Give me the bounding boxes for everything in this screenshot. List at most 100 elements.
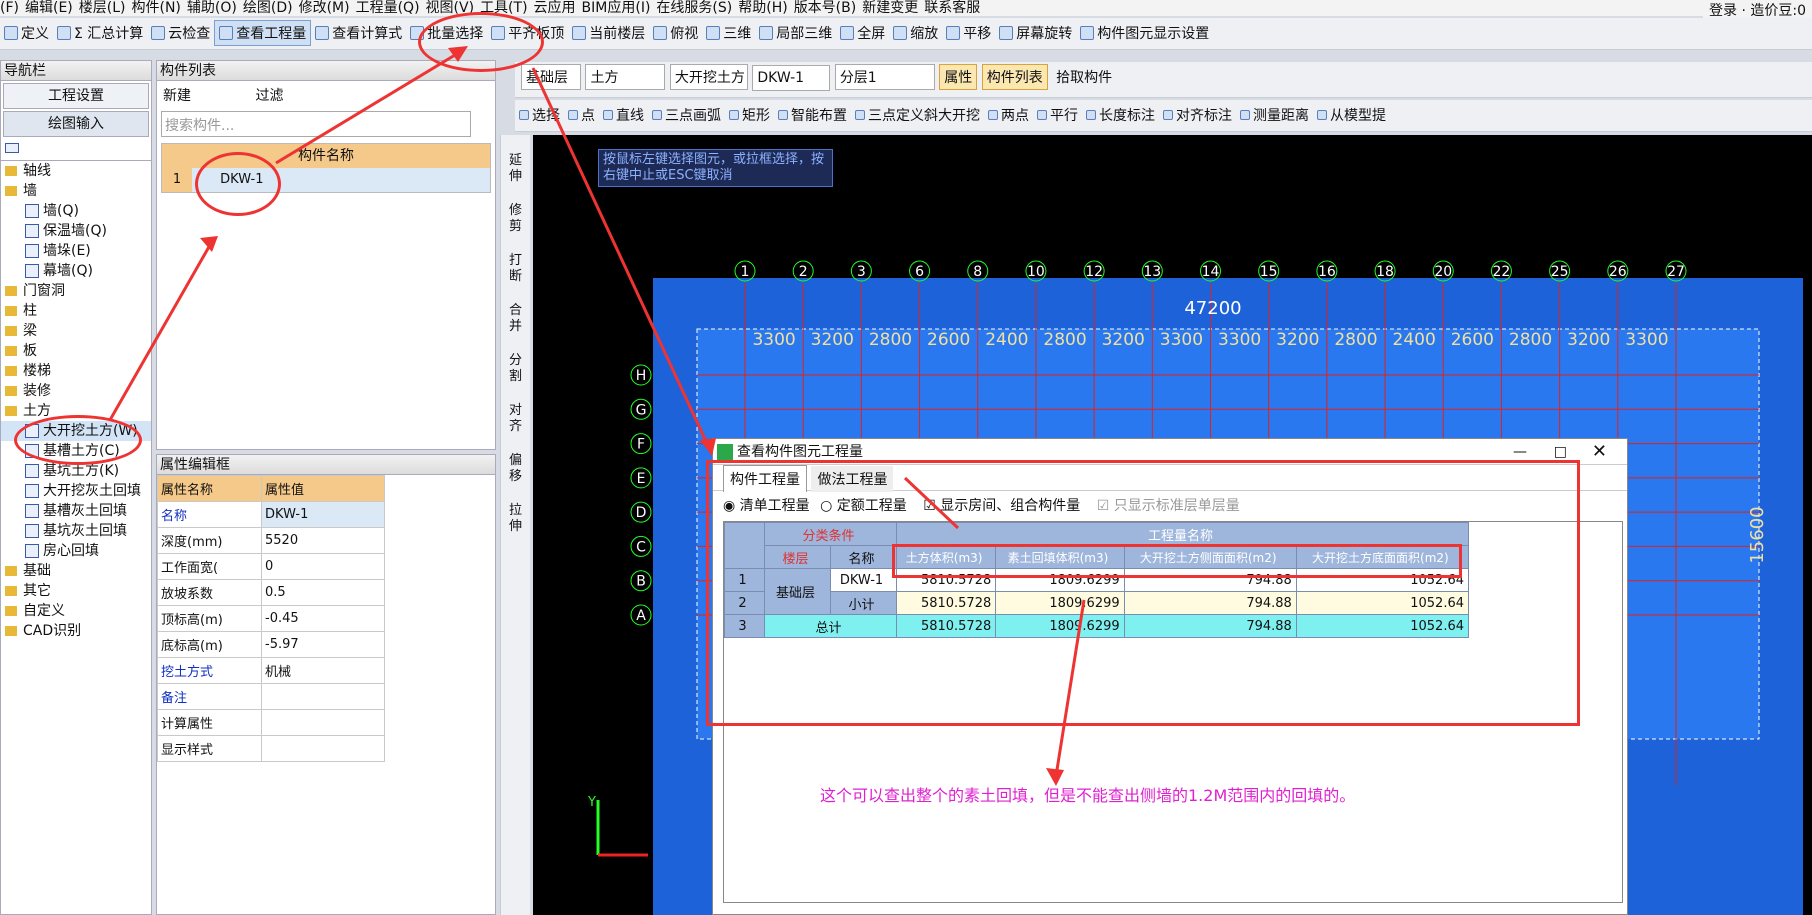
prop-row[interactable]: 深度(mm) 5520 xyxy=(157,527,385,554)
subtype-select[interactable]: 大开挖土方 xyxy=(669,64,748,90)
menu-item-1[interactable]: 编辑(E) xyxy=(25,0,73,16)
menu-item-10[interactable]: 云应用 xyxy=(534,0,576,16)
tree-item[interactable]: 自定义 xyxy=(1,601,151,621)
tree-item[interactable]: 墙 xyxy=(1,181,151,201)
toolbar1-btn-7[interactable]: 当前楼层 xyxy=(568,20,649,46)
properties-button[interactable]: 属性 xyxy=(939,64,978,90)
prop-row[interactable]: 名称 DKW-1 xyxy=(157,501,385,528)
tree-item[interactable]: 基槽灰土回填 xyxy=(1,501,151,521)
drawing-input-button[interactable]: 绘图输入 xyxy=(3,111,149,137)
toolbar1-btn-2[interactable]: 云检查 xyxy=(147,20,214,46)
close-icon[interactable]: ✕ xyxy=(1592,439,1607,465)
tree-item[interactable]: 梁 xyxy=(1,321,151,341)
toolbar1-btn-15[interactable]: 构件图元显示设置 xyxy=(1076,20,1213,46)
toolbar1-btn-11[interactable]: 全屏 xyxy=(836,20,889,46)
prop-row[interactable]: 备注 xyxy=(157,683,385,710)
toolbar3-btn-4[interactable]: 矩形 xyxy=(725,102,774,128)
tree-item[interactable]: 房心回填 xyxy=(1,541,151,561)
toolbar3-btn-3[interactable]: 三点画弧 xyxy=(648,102,725,128)
prop-row[interactable]: 底标高(m) -5.97 xyxy=(157,631,385,658)
prop-value[interactable]: -0.45 xyxy=(261,605,385,632)
prop-value[interactable]: DKW-1 xyxy=(261,501,385,528)
toolbar1-btn-4[interactable]: 查看计算式 xyxy=(311,20,406,46)
toolbar3-btn-12[interactable]: 从模型提 xyxy=(1313,102,1390,128)
prop-row[interactable]: 显示样式 xyxy=(157,735,385,762)
component-select[interactable]: DKW-1 xyxy=(752,65,831,91)
search-input[interactable]: 搜索构件... xyxy=(161,111,471,137)
prop-value[interactable]: 0 xyxy=(261,553,385,580)
toolbar3-btn-6[interactable]: 三点定义斜大开挖 xyxy=(851,102,984,128)
side-tool-1[interactable]: 修剪 xyxy=(508,203,524,235)
menu-item-15[interactable]: 新建变更 xyxy=(862,0,918,16)
prop-value[interactable]: -5.97 xyxy=(261,631,385,658)
menu-item-11[interactable]: BIM应用(I) xyxy=(582,0,651,16)
prop-value[interactable]: 0.5 xyxy=(261,579,385,606)
toolbar1-btn-0[interactable]: 定义 xyxy=(0,20,53,46)
side-tool-3[interactable]: 合并 xyxy=(508,303,524,335)
prop-value[interactable] xyxy=(261,683,385,710)
project-settings-button[interactable]: 工程设置 xyxy=(3,83,149,109)
toolbar1-btn-8[interactable]: 俯视 xyxy=(649,20,702,46)
side-tool-6[interactable]: 偏移 xyxy=(508,453,524,485)
toolbar1-btn-1[interactable]: Σ 汇总计算 xyxy=(53,20,147,46)
tree-item[interactable]: 墙(Q) xyxy=(1,201,151,221)
pick-component-button[interactable]: 拾取构件 xyxy=(1052,64,1116,90)
toolbar1-btn-14[interactable]: 屏幕旋转 xyxy=(995,20,1076,46)
tree-item[interactable]: 板 xyxy=(1,341,151,361)
collapse-icon[interactable] xyxy=(1,137,151,161)
menu-item-6[interactable]: 修改(M) xyxy=(299,0,350,16)
toolbar1-btn-3[interactable]: 查看工程量 xyxy=(214,20,312,46)
menu-item-2[interactable]: 楼层(L) xyxy=(79,0,126,16)
component-list-button[interactable]: 构件列表 xyxy=(981,64,1048,90)
toolbar3-btn-10[interactable]: 对齐标注 xyxy=(1159,102,1236,128)
tree-item[interactable]: CAD识别 xyxy=(1,621,151,641)
prop-value[interactable]: 机械 xyxy=(261,657,385,684)
side-tool-2[interactable]: 打断 xyxy=(508,253,524,285)
side-tool-7[interactable]: 拉伸 xyxy=(508,503,524,535)
layer-select[interactable]: 基础层 xyxy=(521,64,581,90)
toolbar3-btn-11[interactable]: 测量距离 xyxy=(1236,102,1313,128)
side-tool-4[interactable]: 分割 xyxy=(508,353,524,385)
tree-item[interactable]: 轴线 xyxy=(1,161,151,181)
toolbar3-btn-1[interactable]: 点 xyxy=(564,102,599,128)
menu-item-14[interactable]: 版本号(B) xyxy=(794,0,857,16)
menu-item-0[interactable]: (F) xyxy=(0,0,19,16)
toolbar3-btn-2[interactable]: 直线 xyxy=(599,102,648,128)
toolbar1-btn-12[interactable]: 缩放 xyxy=(889,20,942,46)
prop-value[interactable]: 5520 xyxy=(261,527,385,554)
toolbar3-btn-5[interactable]: 智能布置 xyxy=(774,102,851,128)
toolbar3-btn-0[interactable]: 选择 xyxy=(515,102,564,128)
menu-item-16[interactable]: 联系客服 xyxy=(924,0,980,16)
toolbar3-btn-9[interactable]: 长度标注 xyxy=(1082,102,1159,128)
tree-item[interactable]: 装修 xyxy=(1,381,151,401)
prop-value[interactable] xyxy=(261,735,385,762)
toolbar3-btn-8[interactable]: 平行 xyxy=(1033,102,1082,128)
new-button[interactable]: 新建 xyxy=(163,88,191,104)
tree-item[interactable]: 墙垛(E) xyxy=(1,241,151,261)
side-tool-5[interactable]: 对齐 xyxy=(508,403,524,435)
tree-item[interactable]: 大开挖灰土回填 xyxy=(1,481,151,501)
menu-item-13[interactable]: 帮助(H) xyxy=(738,0,787,16)
toolbar1-btn-10[interactable]: 局部三维 xyxy=(755,20,836,46)
tree-item[interactable]: 幕墙(Q) xyxy=(1,261,151,281)
prop-row[interactable]: 顶标高(m) -0.45 xyxy=(157,605,385,632)
tree-item[interactable]: 楼梯 xyxy=(1,361,151,381)
tree-item[interactable]: 基础 xyxy=(1,561,151,581)
menu-item-5[interactable]: 绘图(D) xyxy=(243,0,293,16)
prop-row[interactable]: 挖土方式 机械 xyxy=(157,657,385,684)
toolbar3-btn-7[interactable]: 两点 xyxy=(984,102,1033,128)
type-select[interactable]: 土方 xyxy=(585,64,666,90)
floor-select[interactable]: 分层1 xyxy=(834,64,935,90)
prop-row[interactable]: 放坡系数 0.5 xyxy=(157,579,385,606)
prop-value[interactable] xyxy=(261,709,385,736)
menu-item-7[interactable]: 工程量(Q) xyxy=(356,0,420,16)
prop-row[interactable]: 工作面宽(0 xyxy=(157,553,385,580)
tree-item[interactable]: 保温墙(Q) xyxy=(1,221,151,241)
tree-item[interactable]: 基坑灰土回填 xyxy=(1,521,151,541)
prop-row[interactable]: 计算属性 xyxy=(157,709,385,736)
menu-item-3[interactable]: 构件(N) xyxy=(132,0,181,16)
toolbar1-btn-9[interactable]: 三维 xyxy=(702,20,755,46)
menu-item-12[interactable]: 在线服务(S) xyxy=(656,0,732,16)
tree-item[interactable]: 门窗洞 xyxy=(1,281,151,301)
tree-item[interactable]: 其它 xyxy=(1,581,151,601)
